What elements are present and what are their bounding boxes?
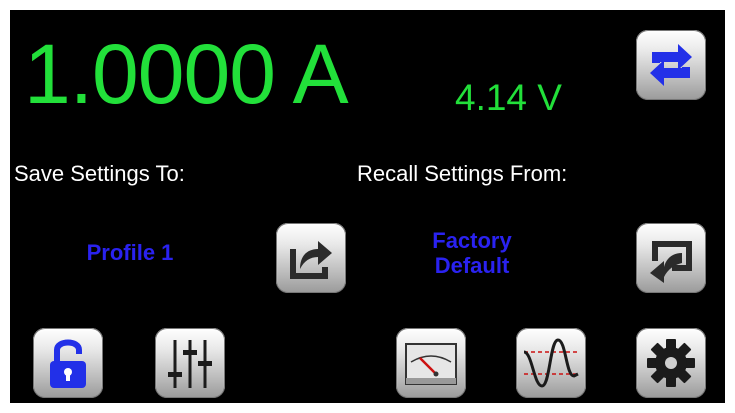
sine-wave-icon (523, 338, 579, 388)
display-screen: 1.0000 A 4.14 V Save Settings To: Recall… (10, 10, 725, 403)
gear-icon (647, 339, 695, 387)
settings-button[interactable] (636, 328, 706, 398)
import-arrow-icon (650, 241, 692, 283)
sliders-button[interactable] (155, 328, 225, 398)
recall-profile-line1: Factory (432, 228, 512, 253)
recall-settings-label: Recall Settings From: (357, 161, 568, 186)
save-profile-selector[interactable]: Profile 1 (40, 240, 220, 265)
save-settings-button[interactable] (276, 223, 346, 293)
save-profile-name: Profile 1 (86, 240, 174, 265)
swap-arrows-icon (650, 44, 692, 86)
sliders-icon (168, 340, 212, 388)
meter-button[interactable] (396, 328, 466, 398)
recall-settings-button[interactable] (636, 223, 706, 293)
current-readout: 1.0000 A (24, 27, 349, 121)
voltage-readout: 4.14 V (455, 77, 562, 118)
lock-button[interactable] (33, 328, 103, 398)
recall-profile-line2: Default (434, 253, 510, 278)
analog-meter-icon (405, 343, 457, 385)
waveform-button[interactable] (516, 328, 586, 398)
unlocked-padlock-icon (50, 339, 86, 388)
export-arrow-icon (290, 241, 332, 279)
save-settings-label: Save Settings To: (14, 161, 185, 186)
swap-button[interactable] (636, 30, 706, 100)
recall-profile-selector[interactable]: Factory Default (382, 228, 562, 278)
